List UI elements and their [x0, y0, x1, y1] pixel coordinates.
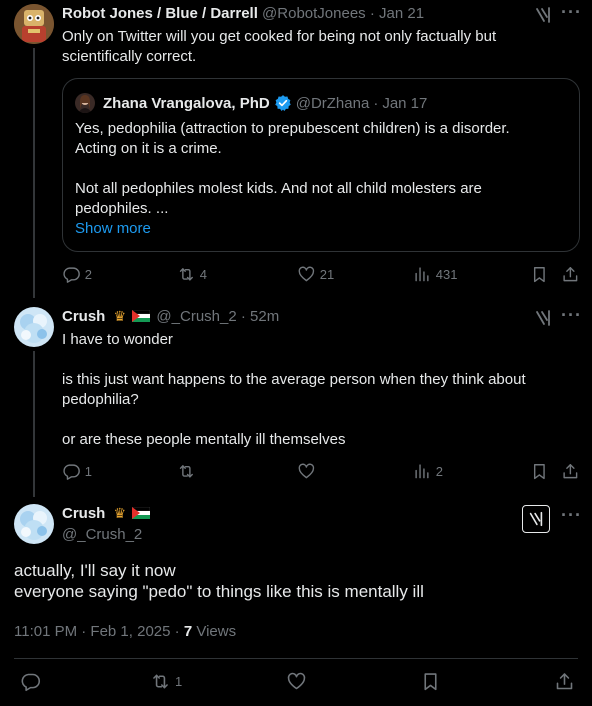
- display-name[interactable]: Crush: [62, 505, 105, 522]
- tweet-text-line: I have to wonder: [62, 331, 173, 348]
- views-icon: [415, 267, 429, 282]
- bookmark-button[interactable]: [420, 671, 441, 692]
- handle[interactable]: @_Crush_2: [62, 526, 142, 543]
- share-button[interactable]: [554, 671, 575, 692]
- views-label: Views: [196, 623, 237, 640]
- tweet-text-line: or are these people mentally ill themsel…: [62, 431, 346, 448]
- reply-icon: [63, 267, 80, 283]
- crown-emoji: ♛: [113, 505, 127, 521]
- repost-button[interactable]: 4: [177, 265, 207, 284]
- tweet-text-line: Only on Twitter will you get cooked for …: [62, 28, 497, 45]
- palestine-flag: [132, 506, 151, 519]
- quote-text-line: Yes, pedophilia (attraction to prepubesc…: [75, 120, 510, 137]
- grok-icon[interactable]: [533, 308, 553, 328]
- avatar-zhana: [75, 93, 95, 113]
- quote-tweet[interactable]: Zhana Vrangalova, PhD @DrZhana · Jan 17 …: [62, 78, 580, 252]
- separator: ·: [373, 94, 379, 112]
- tweet-text-line: scientifically correct.: [62, 48, 197, 65]
- main-text-line: everyone saying "pedo" to things like th…: [14, 582, 424, 601]
- tweet-date[interactable]: Jan 21: [379, 5, 424, 22]
- bookmark-icon: [533, 464, 545, 480]
- quote-handle[interactable]: @DrZhana: [296, 95, 370, 112]
- reply-button[interactable]: 2: [62, 265, 92, 284]
- reply-icon: [63, 464, 80, 480]
- like-icon: [298, 463, 315, 479]
- repost-icon: [179, 465, 193, 478]
- repost-count: 4: [199, 266, 207, 282]
- reply-button[interactable]: 1: [62, 462, 92, 481]
- repost-icon: [153, 674, 168, 689]
- reply-count: 2: [84, 266, 92, 282]
- reply-count: 1: [84, 463, 92, 479]
- like-button[interactable]: [297, 462, 316, 481]
- quote-text-line: Acting on it is a crime.: [75, 140, 222, 157]
- divider: [14, 658, 578, 659]
- display-name[interactable]: Crush: [62, 308, 105, 325]
- separator: ·: [369, 5, 375, 22]
- display-name[interactable]: Robot Jones / Blue / Darrell: [62, 5, 258, 22]
- grok-icon[interactable]: [533, 5, 553, 25]
- avatar-crush[interactable]: [14, 307, 54, 347]
- avatar-robot-jones[interactable]: [14, 4, 54, 44]
- repost-button[interactable]: 1: [150, 671, 182, 692]
- reply-button[interactable]: [20, 671, 41, 692]
- grok-button[interactable]: [522, 505, 550, 533]
- tweet-time[interactable]: 52m: [250, 308, 279, 325]
- quote-text-line: pedophiles. ...: [75, 200, 169, 217]
- repost-count: 1: [175, 674, 183, 689]
- bookmark-icon: [533, 267, 545, 283]
- repost-button[interactable]: [177, 462, 196, 481]
- views-count: 431: [435, 266, 458, 282]
- quote-date[interactable]: Jan 17: [382, 95, 427, 112]
- more-icon[interactable]: ···: [561, 305, 582, 326]
- more-icon[interactable]: ···: [561, 2, 582, 23]
- share-button[interactable]: [561, 265, 580, 284]
- views-button[interactable]: 2: [413, 462, 443, 481]
- crown-emoji: ♛: [113, 308, 127, 324]
- timestamp[interactable]: 11:01 PM · Feb 1, 2025 ·: [14, 623, 180, 640]
- views-icon: [415, 464, 429, 479]
- more-icon[interactable]: ···: [561, 505, 582, 526]
- like-button[interactable]: 21: [297, 265, 334, 284]
- avatar-crush-main[interactable]: [14, 504, 54, 544]
- palestine-flag: [132, 309, 151, 322]
- views-count: 7: [183, 623, 193, 640]
- grok-icon: [529, 511, 543, 527]
- main-text-line: actually, I'll say it now: [14, 561, 176, 580]
- handle[interactable]: @RobotJonees: [262, 5, 366, 22]
- reply-icon: [21, 673, 41, 692]
- quote-display-name[interactable]: Zhana Vrangalova, PhD: [103, 95, 270, 112]
- handle[interactable]: @_Crush_2: [156, 308, 236, 325]
- like-icon: [287, 672, 306, 690]
- show-more-link[interactable]: Show more: [75, 219, 510, 239]
- thread-line-2: [33, 351, 35, 497]
- share-icon: [556, 673, 573, 690]
- quote-text-line: Not all pedophiles molest kids. And not …: [75, 180, 482, 197]
- bookmark-icon: [424, 673, 437, 691]
- tweet-text-line: pedophilia?: [62, 391, 139, 408]
- bookmark-button[interactable]: [530, 462, 549, 481]
- repost-icon: [179, 268, 193, 281]
- like-count: 21: [319, 266, 335, 282]
- share-icon: [563, 267, 578, 282]
- share-button[interactable]: [561, 462, 580, 481]
- views-count: 2: [435, 463, 443, 479]
- tweet-text-line: is this just want happens to the average…: [62, 371, 526, 388]
- views-button[interactable]: 431: [413, 265, 457, 284]
- bookmark-button[interactable]: [530, 265, 549, 284]
- verified-badge-icon: [274, 95, 291, 111]
- thread-line-1: [33, 48, 35, 298]
- separator: ·: [240, 308, 246, 325]
- like-icon: [298, 266, 315, 282]
- like-button[interactable]: [286, 671, 307, 692]
- share-icon: [563, 464, 578, 479]
